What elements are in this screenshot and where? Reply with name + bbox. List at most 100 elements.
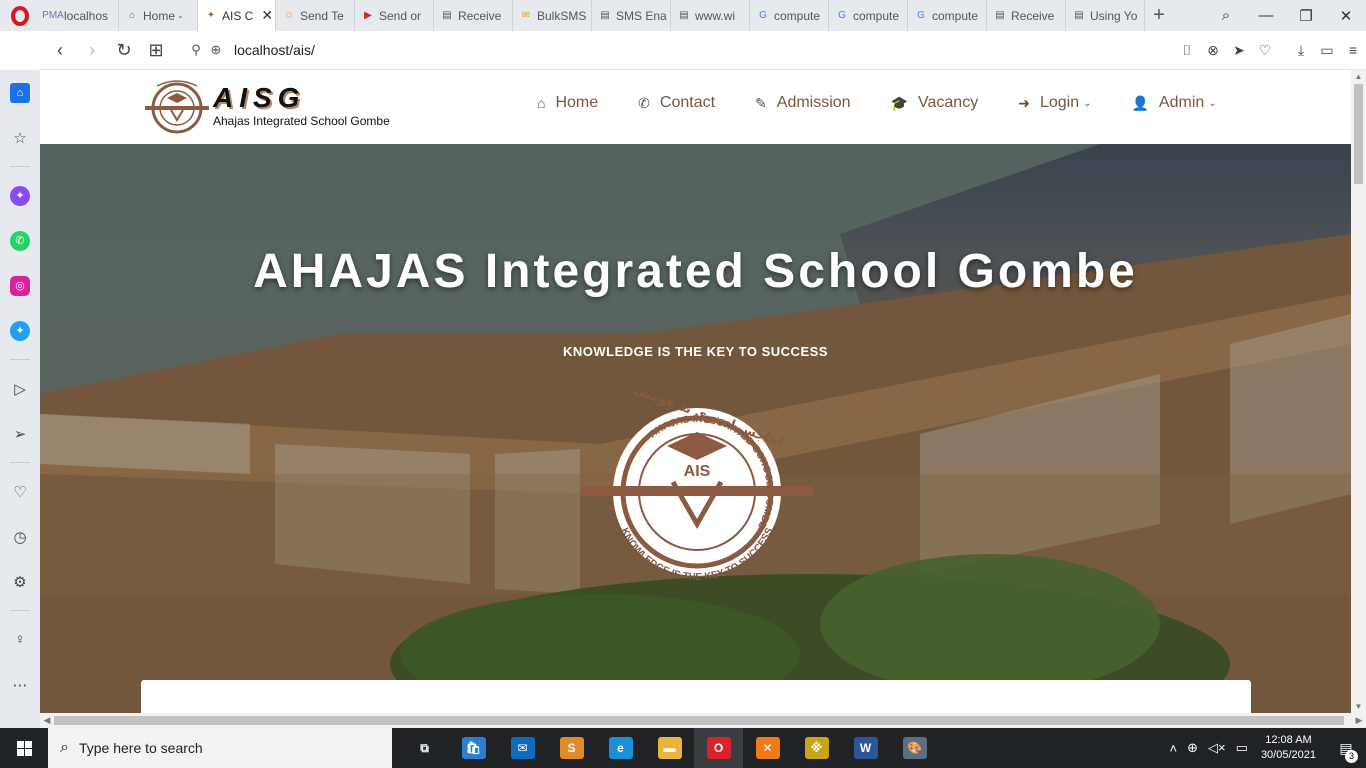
taskbar-search[interactable]: ⌕ Type here to search — [48, 728, 392, 768]
sidebar-instagram[interactable]: ◎ — [0, 263, 40, 308]
camera-icon[interactable]: ⌷ — [1174, 42, 1200, 59]
sidebar-more[interactable]: ⋯ — [0, 662, 40, 707]
phpmyadmin-icon: PMA — [42, 10, 64, 21]
taskbar-app-sublime-text[interactable]: S — [547, 728, 596, 768]
taskbar-app-xampp[interactable]: ✕ — [743, 728, 792, 768]
brand-subtitle: Ahajas Integrated School Gombe — [213, 113, 390, 128]
scroll-up-icon[interactable]: ▲ — [1351, 72, 1366, 81]
taskbar-app-mail[interactable]: ✉ — [498, 728, 547, 768]
vertical-scrollbar[interactable]: ▲ ▼ — [1351, 70, 1366, 713]
taskbar-app-paint[interactable]: 🎨 — [890, 728, 939, 768]
browser-tab[interactable]: ✦ AIS C ✕ — [198, 0, 276, 31]
back-button[interactable]: ‹ — [44, 40, 76, 61]
tab-snapshot-icon[interactable]: ⊞ — [140, 40, 172, 61]
sidebar-settings[interactable]: ⚙ — [0, 559, 40, 604]
browser-tab[interactable]: Gcompute — [908, 0, 987, 31]
tab-label: Send or — [379, 8, 422, 23]
taskbar-app-task-view[interactable]: ⧉ — [400, 728, 449, 768]
nav-vacancy[interactable]: 🎓 Vacancy — [891, 94, 979, 112]
sidebar-divider — [10, 359, 30, 360]
close-window-button[interactable]: ✕ — [1326, 7, 1366, 25]
browser-tab[interactable]: ✉ BulkSMS — [513, 0, 592, 31]
nav-home[interactable]: ⌂ Home — [537, 94, 598, 112]
bookmark-heart-icon[interactable]: ♡ — [1252, 42, 1278, 59]
taskbar-app-edge[interactable]: e — [596, 728, 645, 768]
taskbar-app-file-explorer[interactable]: ▬ — [645, 728, 694, 768]
nav-contact[interactable]: ✆ Contact — [638, 94, 715, 112]
scroll-left-icon[interactable]: ◀ — [40, 713, 54, 728]
volume-icon[interactable]: ◁× — [1208, 740, 1226, 756]
sidebar-messenger[interactable]: ✦ — [0, 173, 40, 218]
browser-tab[interactable]: ☺ Send Te — [276, 0, 355, 31]
send-icon[interactable]: ➤ — [1226, 42, 1252, 59]
block-ads-icon[interactable]: ⊗ — [1200, 42, 1226, 59]
nav-admission[interactable]: ✎ Admission — [755, 94, 851, 112]
battery-icon[interactable]: ▭ — [1236, 740, 1248, 756]
sidebar-tips[interactable]: ♀ — [0, 617, 40, 662]
nav-admin[interactable]: 👤 Admin ⌄ — [1131, 94, 1216, 112]
chevron-up-icon[interactable]: ˄ — [1170, 741, 1178, 756]
forward-button[interactable]: › — [76, 40, 108, 61]
site-brand[interactable]: AISG Ahajas Integrated School Gombe — [143, 76, 390, 134]
taskbar-app-word[interactable]: W — [841, 728, 890, 768]
sidebar-home[interactable]: ⌂ — [0, 70, 40, 115]
document-icon: ▤ — [1074, 10, 1084, 21]
sidebar-player[interactable]: ▷ — [0, 366, 40, 411]
notification-center-button[interactable]: ▤ 3 — [1326, 740, 1366, 763]
start-button[interactable] — [0, 728, 48, 768]
chat-icon: ☺ — [283, 10, 295, 21]
browser-tab[interactable]: ▤ Receive — [987, 0, 1066, 31]
browser-tab[interactable]: ▤ Receive — [434, 0, 513, 31]
opera-menu-button[interactable] — [0, 0, 40, 31]
browser-tab[interactable]: ▤ SMS Ena — [592, 0, 671, 31]
search-key-icon[interactable]: ⚲ — [186, 42, 206, 58]
youtube-icon: ▶ — [364, 10, 372, 21]
school-emblem: AIS AHAJAS INTEGRATED SCHOOL GOMBE KNOWL… — [581, 383, 813, 583]
scroll-down-icon[interactable]: ▼ — [1351, 702, 1366, 711]
google-icon: G — [759, 10, 767, 21]
clock[interactable]: 12:08 AM 30/05/2021 — [1261, 733, 1316, 763]
browser-tab[interactable]: ⌂ Home - — [119, 0, 198, 31]
browser-tab[interactable]: ▤ Using Yo — [1066, 0, 1145, 31]
sidebar-bookmarks[interactable]: ☆ — [0, 115, 40, 160]
scroll-right-icon[interactable]: ▶ — [1352, 713, 1366, 728]
sidebar-whatsapp[interactable]: ✆ — [0, 218, 40, 263]
browser-tab[interactable]: Gcompute — [750, 0, 829, 31]
paint-icon: 🎨 — [902, 737, 927, 759]
tab-search-icon[interactable]: ⌕ — [1206, 7, 1246, 24]
globe-icon[interactable]: ⊕ — [206, 42, 226, 58]
new-tab-button[interactable]: + — [1145, 4, 1173, 27]
browser-tab[interactable]: Gcompute — [829, 0, 908, 31]
taskbar-app-winrar[interactable]: ※ — [792, 728, 841, 768]
download-icon[interactable]: ⤓ — [1288, 42, 1314, 59]
sidebar-twitter[interactable]: ✦ — [0, 308, 40, 353]
minimize-button[interactable]: — — [1246, 7, 1286, 24]
taskbar-app-store[interactable]: 🛍 — [449, 728, 498, 768]
nav-login[interactable]: ➜ Login ⌄ — [1018, 94, 1091, 112]
browser-tab[interactable]: ▶ Send or — [355, 0, 434, 31]
browser-tab[interactable]: PMA localhos — [40, 0, 119, 31]
opera-icon: O — [706, 737, 731, 759]
web-page: AISG Ahajas Integrated School Gombe ⌂ Hom… — [40, 70, 1351, 713]
easy-setup-icon[interactable]: ≡ — [1340, 42, 1366, 58]
sidebar-divider — [10, 166, 30, 167]
horizontal-scroll-thumb[interactable] — [54, 716, 1344, 725]
battery-saver-icon[interactable]: ▭ — [1314, 42, 1340, 59]
browser-tab[interactable]: ▤ www.wi — [671, 0, 750, 31]
sidebar-flow[interactable]: ➢ — [0, 411, 40, 456]
sidebar-history[interactable]: ◷ — [0, 514, 40, 559]
taskbar-app-opera[interactable]: O — [694, 728, 743, 768]
maximize-button[interactable]: ❐ — [1286, 7, 1326, 25]
sidebar-favorites[interactable]: ♡ — [0, 469, 40, 514]
xampp-icon: ✕ — [755, 737, 780, 759]
tab-label: compute — [774, 8, 821, 23]
url-field[interactable]: localhost/ais/ — [234, 42, 315, 58]
network-icon[interactable]: ⊕ — [1187, 740, 1198, 756]
vertical-scroll-thumb[interactable] — [1354, 84, 1363, 184]
google-icon: G — [838, 10, 846, 21]
horizontal-scrollbar[interactable]: ◀ ▶ — [40, 713, 1366, 728]
reload-button[interactable]: ↻ — [108, 40, 140, 61]
document-icon: ▤ — [442, 10, 452, 21]
close-tab-icon[interactable]: ✕ — [261, 7, 273, 24]
windows-taskbar: ⌕ Type here to search ⧉ 🛍 ✉ Se ▬ O ✕ ※ W 🎨 ˄ ⊕ ◁×… — [0, 728, 1366, 768]
